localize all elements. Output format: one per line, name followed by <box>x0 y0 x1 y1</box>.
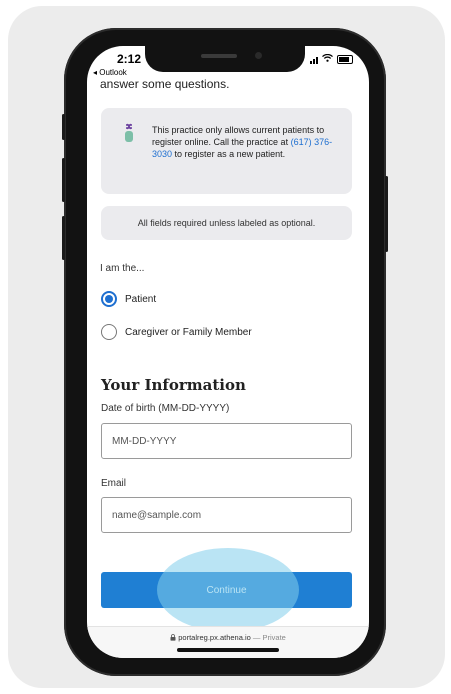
caregiver-radio-label: Caregiver or Family Member <box>125 326 252 338</box>
wifi-icon <box>322 53 333 65</box>
silent-switch <box>62 114 65 140</box>
notch <box>145 46 305 72</box>
info-callout: This practice only allows current patien… <box>101 108 352 194</box>
clipboard-icon <box>125 123 133 142</box>
url-text: portalreg.px.athena.io — Private <box>87 633 369 642</box>
home-indicator[interactable] <box>177 648 279 652</box>
radio-option-caregiver[interactable]: Caregiver or Family Member <box>101 324 252 340</box>
power-button <box>385 176 388 252</box>
dob-label: Date of birth (MM-DD-YYYY) <box>101 403 230 414</box>
url-domain: portalreg.px.athena.io <box>178 633 251 642</box>
email-label: Email <box>101 478 127 489</box>
continue-button[interactable]: Continue <box>101 572 352 608</box>
patient-radio-label: Patient <box>125 293 157 305</box>
battery-icon <box>337 55 353 64</box>
patient-radio[interactable] <box>101 291 117 307</box>
role-label: I am the... <box>100 263 145 274</box>
radio-option-patient[interactable]: Patient <box>101 291 156 307</box>
url-bar[interactable]: portalreg.px.athena.io — Private <box>87 626 369 658</box>
required-fields-note: All fields required unless labeled as op… <box>101 206 352 240</box>
info-text-after: to register as a new patient. <box>174 149 286 159</box>
email-input[interactable] <box>101 497 352 533</box>
status-time: 2:12 <box>117 52 142 66</box>
info-message: This practice only allows current patien… <box>152 124 340 160</box>
phone-screen: 2:12 ◂ Outlook answer some questions. Th… <box>87 46 369 658</box>
volume-down-button <box>62 216 65 260</box>
volume-up-button <box>62 158 65 202</box>
url-separator: — <box>250 633 263 642</box>
front-camera <box>255 52 262 59</box>
your-information-heading: Your Information <box>101 376 246 394</box>
lock-icon <box>170 634 176 641</box>
back-to-app-link[interactable]: ◂ Outlook <box>93 68 127 77</box>
status-icons <box>310 53 353 65</box>
caregiver-radio[interactable] <box>101 324 117 340</box>
speaker-grille <box>201 54 237 58</box>
signal-icon <box>310 56 318 64</box>
intro-text: answer some questions. <box>100 77 230 91</box>
dob-input[interactable] <box>101 423 352 459</box>
url-private-label: Private <box>262 633 286 642</box>
